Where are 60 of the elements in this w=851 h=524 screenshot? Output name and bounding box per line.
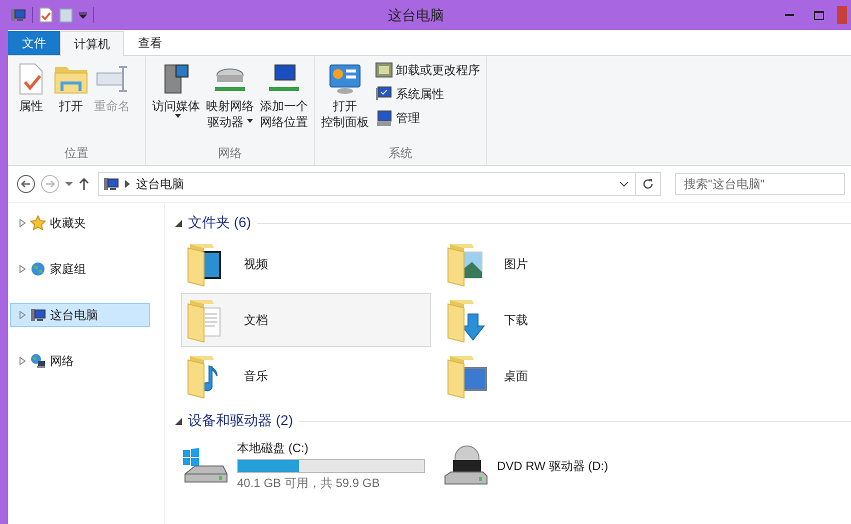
computer-icon (103, 176, 119, 192)
ribbon-group-label: 网络 (217, 145, 243, 162)
expand-arrow-icon[interactable] (19, 265, 26, 273)
ribbon-button[interactable]: 添加一个 网络位置 (258, 59, 310, 143)
folder-item[interactable]: 文档 (181, 293, 431, 347)
navigation-item[interactable]: 收藏夹 (10, 211, 150, 235)
control-panel-icon (328, 63, 362, 95)
chevron-icon[interactable] (125, 180, 130, 188)
globe-icon (30, 261, 46, 277)
collapse-arrow-icon[interactable] (175, 220, 182, 226)
folder-item[interactable]: 图片 (441, 237, 691, 291)
dropdown-icon[interactable] (619, 181, 629, 187)
maximize-icon (814, 10, 824, 20)
navigation-item[interactable]: 家庭组 (10, 257, 150, 281)
ribbon-button[interactable]: 映射网络 驱动器 (204, 59, 256, 143)
ribbon-button[interactable]: 管理 (373, 107, 482, 129)
ribbon-button[interactable]: 卸载或更改程序 (373, 59, 482, 81)
drive-item[interactable]: 本地磁盘 (C:) 40.1 GB 可用，共 59.9 GB (181, 435, 431, 497)
navigation-item[interactable]: 网络 (10, 349, 150, 373)
up-arrow-icon[interactable] (78, 177, 90, 191)
minimize-icon (784, 14, 794, 16)
folder-item[interactable]: 桌面 (441, 349, 691, 403)
folder-item[interactable]: 下载 (441, 293, 691, 347)
expand-arrow-icon[interactable] (19, 357, 26, 365)
group-heading: 设备和驱动器 (2) (188, 412, 293, 430)
network-globe-icon (30, 353, 46, 369)
ribbon-button[interactable]: 打开 控制面板 (319, 59, 371, 143)
ribbon-button[interactable]: 访问媒体 (150, 59, 202, 143)
computer-icon (10, 7, 26, 23)
ribbon-group-label: 位置 (64, 145, 90, 162)
rename-icon (95, 63, 129, 95)
ribbon-group-label: 系统 (388, 145, 414, 162)
dropdown-icon[interactable] (79, 11, 87, 19)
computer-icon (30, 307, 46, 323)
address-bar[interactable]: 这台电脑 (98, 172, 661, 196)
properties-icon[interactable] (39, 7, 53, 23)
folder-icon[interactable] (59, 7, 73, 23)
search-field[interactable]: 搜索"这台电脑" (675, 173, 845, 195)
monitor-icon (375, 85, 393, 103)
expand-arrow-icon[interactable] (19, 311, 26, 319)
refresh-icon[interactable] (642, 178, 654, 190)
ribbon-button[interactable]: 系统属性 (373, 83, 482, 105)
collapse-arrow-icon[interactable] (175, 418, 182, 424)
programs-icon (375, 61, 393, 79)
dropdown-icon[interactable] (64, 181, 74, 187)
back-button[interactable] (16, 174, 36, 194)
manage-computer-icon (375, 109, 393, 127)
folder-item[interactable]: 视频 (181, 237, 431, 291)
navigation-item[interactable]: 这台电脑 (10, 303, 150, 327)
folder-item[interactable]: 音乐 (181, 349, 431, 403)
ribbon-tab[interactable]: 查看 (124, 31, 176, 55)
ribbon-button[interactable]: 属性 (12, 59, 50, 143)
drive-item[interactable]: DVD RW 驱动器 (D:) (441, 435, 691, 497)
ribbon-tab[interactable]: 计算机 (60, 31, 124, 56)
window-title: 这台电脑 (388, 7, 444, 25)
group-heading: 文件夹 (6) (188, 214, 251, 232)
ribbon-button[interactable]: 打开 (52, 59, 90, 143)
file-menu-tab[interactable]: 文件 (8, 31, 60, 55)
expand-arrow-icon[interactable] (19, 219, 26, 227)
star-icon (30, 215, 46, 231)
